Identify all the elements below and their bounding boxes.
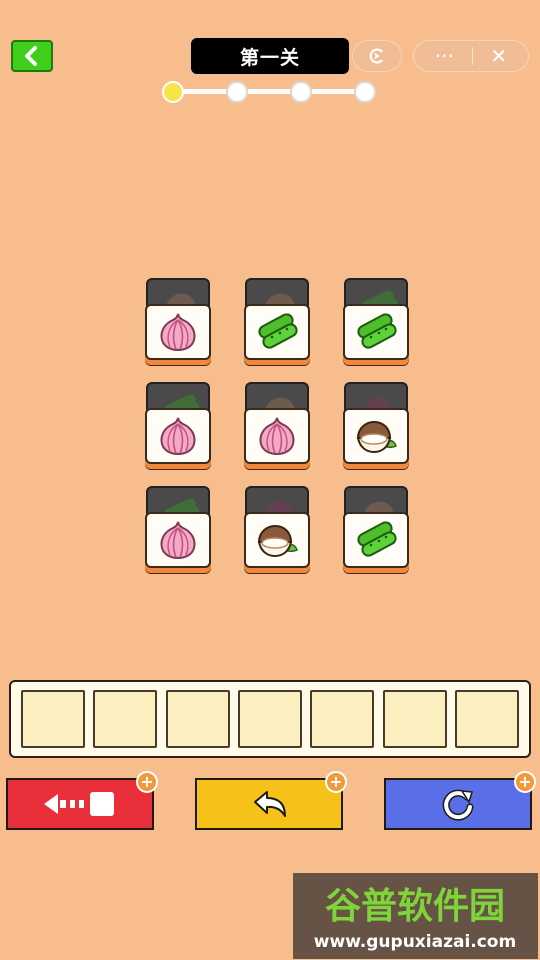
onion-icon: [160, 417, 196, 456]
tile-coconut[interactable]: [244, 512, 310, 568]
empty-slot: [93, 690, 158, 748]
undo-icon: [254, 791, 286, 817]
tile-onion[interactable]: [145, 512, 211, 568]
watermark-title: 谷普软件园: [325, 886, 505, 927]
empty-slot: [165, 690, 230, 748]
tile-cucumber[interactable]: [343, 304, 409, 360]
empty-slot: [21, 690, 85, 748]
move-out-button[interactable]: +: [6, 771, 158, 830]
plus-badge: +: [514, 771, 536, 793]
onion-icon: [160, 521, 196, 560]
refresh-button[interactable]: +: [384, 771, 536, 830]
empty-slot: [237, 690, 302, 748]
cucumber-icon: [258, 313, 298, 349]
tile-onion[interactable]: [244, 408, 310, 464]
tile-onion[interactable]: [145, 304, 211, 360]
tile-cucumber[interactable]: [244, 304, 310, 360]
slot-tray: [9, 680, 531, 758]
move-out-icon: [44, 792, 114, 816]
coconut-icon: [257, 524, 298, 558]
tile-onion[interactable]: [145, 408, 211, 464]
refresh-icon: [442, 789, 474, 821]
plus-badge: +: [136, 771, 158, 793]
empty-slot: [454, 690, 519, 748]
empty-slot: [382, 690, 447, 748]
watermark-url: www.gupuxiazai.com: [314, 932, 516, 952]
undo-button[interactable]: +: [195, 771, 347, 830]
coconut-icon: [356, 420, 397, 454]
onion-icon: [160, 313, 196, 352]
tile-coconut[interactable]: [343, 408, 409, 464]
watermark: 谷普软件园 www.gupuxiazai.com: [293, 873, 538, 959]
cucumber-icon: [357, 313, 397, 349]
onion-icon: [259, 417, 295, 456]
tile-board: [0, 0, 540, 600]
plus-badge: +: [325, 771, 347, 793]
cucumber-icon: [357, 521, 397, 557]
tile-cucumber[interactable]: [343, 512, 409, 568]
empty-slot: [310, 690, 375, 748]
